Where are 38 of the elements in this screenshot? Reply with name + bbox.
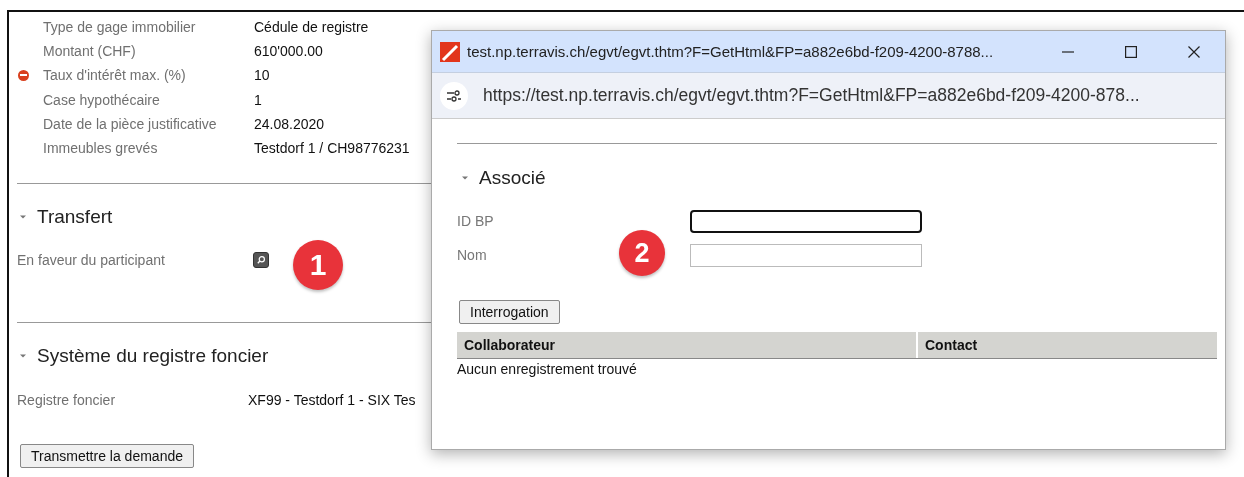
site-settings-icon[interactable] [440,81,468,110]
field-value: 10 [254,67,270,84]
query-button[interactable]: Interrogation [459,300,560,324]
field-label: Immeubles grevés [43,140,158,157]
field-label: Montant (CHF) [43,43,136,60]
field-value: 610'000.00 [254,43,323,60]
field-value: 1 [254,91,262,108]
input-field[interactable] [690,243,922,267]
empty-message: Aucun enregistrement trouvé [457,361,638,377]
maximize-icon [1124,45,1137,58]
field-value: XF99 - Testdorf 1 - SIX Tes [248,391,416,408]
logo-icon [440,41,460,62]
section-title: Transfert [37,205,113,230]
search-button[interactable] [253,252,269,269]
field-value: 24.08.2020 [254,115,325,132]
url-text: https://test.np.terravis.ch/egvt/egvt.thtm?F=GetHtml&FP=a882e6bd-f209-4200-878... [483,85,1140,106]
field-label: Type de gage immobilier [43,19,196,36]
field-value: Testdorf 1 / CH98776231 [254,140,410,157]
field-label: Registre foncier [17,391,117,408]
field-value: Cédule de registre [254,19,369,36]
field-label: Date de la pièce justificative [43,115,217,132]
submit-button[interactable]: Transmettre la demande [20,444,194,469]
caret-icon[interactable] [461,174,469,182]
input-field[interactable] [690,209,922,233]
section-title: Système du registre foncier [37,344,269,369]
field-label: ID BP [457,213,494,229]
callout-badge: 2 [619,230,665,276]
field-label: Case hypothécaire [43,91,160,108]
field-label: En faveur du participant [17,252,166,269]
field-label: Taux d'intérêt max. (%) [43,67,186,84]
window-title: test.np.terravis.ch/egvt/egvt.thtm?F=GetHtml&FP=a882e6bd-f209-4200-8788... [467,43,994,60]
search-icon [256,255,266,266]
callout-badge: 1 [293,240,343,291]
column-header: Contact [924,336,978,355]
field-label: Nom [457,247,487,263]
close-icon [1187,45,1200,58]
section-title: Associé [479,166,546,190]
column-header: Collaborateur [457,332,918,358]
